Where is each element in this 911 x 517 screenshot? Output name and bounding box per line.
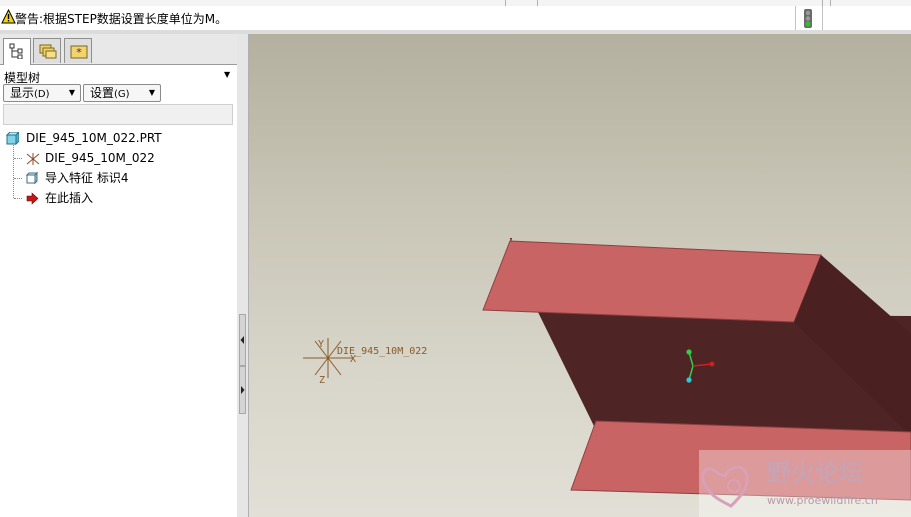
part-icon xyxy=(6,132,19,145)
show-button-label: 显示 xyxy=(10,86,35,100)
csys-glyph: Y X Z DIE_945_10M_022 xyxy=(303,338,427,386)
watermark-title: 野火论坛 xyxy=(767,459,863,487)
tree-connector xyxy=(14,198,22,199)
collapse-panel-handle[interactable] xyxy=(239,314,246,366)
show-button-hotkey: (D) xyxy=(34,89,50,100)
tree-filter-bar[interactable] xyxy=(3,104,233,125)
tree-connector xyxy=(14,158,22,159)
model-tree-tab[interactable] xyxy=(3,38,31,65)
csys-axis-z: Z xyxy=(319,375,325,386)
part-top-flange xyxy=(482,240,822,323)
panel-splitter[interactable] xyxy=(237,34,249,517)
import-feature-icon xyxy=(25,172,39,185)
insert-here-arrow-icon xyxy=(26,192,39,205)
settings-button-label: 设置 xyxy=(90,86,115,100)
tree-connector xyxy=(13,143,14,198)
graphics-viewport[interactable]: Y X Z DIE_945_10M_022 野火论坛 www.proewildf… xyxy=(249,34,911,517)
watermark-url: www.proewildfire.cn xyxy=(767,494,878,507)
panel-menu-arrow-icon[interactable]: ▼ xyxy=(224,70,230,79)
status-separator xyxy=(822,6,823,30)
dropdown-arrow-icon: ▼ xyxy=(148,88,155,97)
tree-root-label: DIE_945_10M_022.PRT xyxy=(26,131,162,145)
status-separator xyxy=(795,6,796,30)
traffic-light-icon[interactable] xyxy=(802,9,814,29)
message-text: 警告:根据STEP数据设置长度单位为M。 xyxy=(15,12,228,26)
tree-item-label: DIE_945_10M_022 xyxy=(45,151,155,165)
tree-item-label: 导入特征 标识4 xyxy=(45,171,129,185)
star-folder-icon: * xyxy=(70,45,88,59)
csys-label: DIE_945_10M_022 xyxy=(337,346,427,357)
navigator-panel: * 模型树 ▼ 显示(D) ▼ 设置(G) ▼ DIE_945_10M_022.… xyxy=(0,34,238,517)
warning-triangle-icon xyxy=(1,9,16,24)
dropdown-arrow-icon: ▼ xyxy=(68,88,75,97)
navigator-tabs: * xyxy=(0,34,237,65)
expand-panel-handle[interactable] xyxy=(239,366,246,414)
watermark: 野火论坛 www.proewildfire.cn xyxy=(699,450,911,517)
tree-item-label: 在此插入 xyxy=(45,191,94,205)
settings-menu-button[interactable]: 设置(G) ▼ xyxy=(83,84,161,102)
show-menu-button[interactable]: 显示(D) ▼ xyxy=(3,84,81,102)
chevron-left-icon xyxy=(240,336,244,344)
coordinate-system-icon xyxy=(26,153,40,165)
settings-button-hotkey: (G) xyxy=(114,89,130,100)
tree-icon xyxy=(9,43,23,59)
favorites-tab[interactable]: * xyxy=(64,38,92,63)
folders-icon xyxy=(39,44,57,59)
svg-text:*: * xyxy=(76,46,82,59)
folder-browser-tab[interactable] xyxy=(33,38,61,63)
message-bar: 警告:根据STEP数据设置长度单位为M。 xyxy=(0,6,911,31)
model-canvas[interactable]: Y X Z DIE_945_10M_022 野火论坛 www.proewildf… xyxy=(249,34,911,517)
csys-axis-y: Y xyxy=(318,339,324,350)
chevron-right-icon xyxy=(241,386,245,394)
tree-connector xyxy=(14,178,22,179)
